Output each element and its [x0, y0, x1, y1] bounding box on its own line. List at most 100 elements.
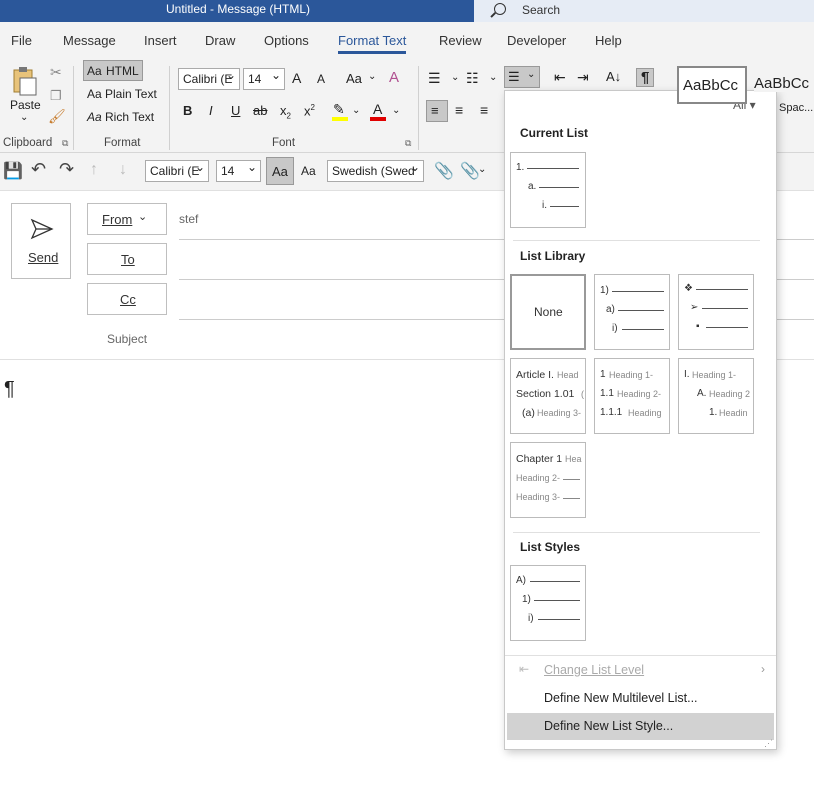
save-icon[interactable]: 💾 — [3, 161, 23, 181]
highlight-color-bar — [332, 117, 348, 121]
list-library-heading: List Library — [520, 249, 586, 263]
style-normal[interactable]: AaBbCc — [677, 66, 747, 104]
format-group-label: Format — [104, 137, 141, 149]
aa-icon: Aa — [87, 110, 102, 124]
attach-item-icon[interactable]: 📎 — [460, 161, 480, 181]
list-library-item-symbols[interactable]: ❖ ➢ ▪ — [678, 274, 754, 350]
list-none[interactable]: None — [510, 274, 586, 350]
bullets-icon[interactable]: ☰ — [428, 70, 441, 87]
align-right-icon[interactable]: ≡ — [480, 102, 488, 118]
style-no-spacing[interactable]: AaBbCc — [754, 75, 810, 92]
divider — [513, 532, 760, 533]
copy-icon[interactable]: ❐ — [50, 88, 62, 104]
up-arrow-icon[interactable]: ↑ — [90, 161, 98, 179]
from-value: stef — [179, 212, 199, 226]
change-list-level-item[interactable]: ⇤ Change List Level › — [507, 657, 774, 684]
multilevel-list-button[interactable]: ☰ ⌄ — [504, 66, 540, 88]
chevron-down-icon[interactable]: ⌄ — [451, 72, 459, 83]
from-button[interactable]: From ⌄ — [87, 203, 167, 235]
chevron-down-icon[interactable]: ⌄ — [392, 105, 400, 116]
cc-button[interactable]: Cc — [87, 283, 167, 315]
list-style-item[interactable]: A) 1) i) — [510, 565, 586, 641]
qat-size-combo[interactable]: 14 — [216, 160, 261, 182]
html-format-button[interactable]: Aa HTML — [83, 60, 143, 81]
subscript-button[interactable]: x2 — [280, 103, 291, 121]
chevron-down-icon[interactable]: ⌄ — [489, 72, 497, 83]
strikethrough-button[interactable]: ab — [253, 103, 267, 118]
tab-developer[interactable]: Developer — [507, 33, 566, 48]
shrink-font-icon[interactable]: A — [317, 72, 325, 86]
clear-formatting-icon[interactable]: A — [389, 69, 399, 86]
clipboard-group-label: Clipboard — [3, 137, 53, 149]
dialog-launcher-icon[interactable]: ⧉ — [405, 138, 411, 149]
paste-button[interactable]: Paste — [10, 98, 41, 112]
multilevel-list-icon: ☰ — [508, 69, 520, 84]
list-library-item-decimal-heading[interactable]: 1 Heading 1- 1.1 Heading 2- 1.1.1 Heading — [594, 358, 670, 434]
to-button[interactable]: To — [87, 243, 167, 275]
tab-options[interactable]: Options — [264, 33, 309, 48]
font-size-combo[interactable]: 14 — [243, 68, 285, 90]
chevron-right-icon: › — [761, 662, 765, 676]
superscript-button[interactable]: x2 — [304, 103, 315, 118]
send-icon — [30, 218, 54, 240]
rich-text-button[interactable]: Rich Text — [105, 110, 154, 124]
list-styles-heading: List Styles — [520, 540, 581, 554]
tab-message[interactable]: Message — [63, 33, 116, 48]
grow-font-icon[interactable]: A — [292, 70, 301, 86]
tab-insert[interactable]: Insert — [144, 33, 177, 48]
list-library-item-article[interactable]: Article I. Head Section 1.01( (a) Heading … — [510, 358, 586, 434]
paste-icon[interactable] — [12, 66, 38, 96]
tab-file[interactable]: File — [11, 33, 32, 48]
search-box[interactable]: Search — [474, 0, 814, 22]
define-list-style-item[interactable]: Define New List Style... — [507, 713, 774, 740]
style-no-spacing-label: Spac... — [779, 102, 814, 114]
tab-format-text[interactable]: Format Text — [338, 33, 407, 54]
undo-icon[interactable]: ↶ — [31, 159, 46, 180]
change-case-button[interactable]: Aa — [346, 71, 362, 86]
redo-icon[interactable]: ↷ — [59, 159, 74, 180]
body-pilcrow[interactable]: ¶ — [4, 378, 15, 401]
font-name-combo[interactable]: Calibri (E — [178, 68, 240, 90]
separator — [73, 66, 74, 150]
align-left-icon: ≡ — [431, 103, 439, 118]
cut-icon[interactable]: ✂ — [50, 64, 62, 81]
language-combo[interactable]: Swedish (Swed — [327, 160, 424, 182]
tab-draw[interactable]: Draw — [205, 33, 235, 48]
plain-text-button[interactable]: Plain Text — [105, 87, 157, 101]
numbering-icon[interactable]: ☷ — [466, 70, 479, 87]
down-arrow-icon[interactable]: ↓ — [119, 161, 127, 179]
qat-aa-small-button[interactable]: Aa — [301, 164, 316, 178]
chevron-down-icon[interactable]: ⌄ — [478, 164, 486, 175]
chevron-down-icon[interactable]: ⌄ — [20, 112, 28, 123]
separator — [169, 66, 170, 150]
send-button[interactable]: Send — [11, 203, 71, 279]
decrease-indent-icon[interactable]: ⇤ — [554, 69, 566, 86]
sort-icon[interactable]: A↓ — [606, 69, 621, 84]
resize-grip-icon[interactable]: ⋰ — [764, 738, 773, 749]
format-painter-icon[interactable]: 🖌 — [48, 108, 66, 125]
chevron-down-icon[interactable]: ⌄ — [368, 71, 376, 82]
bold-button[interactable]: B — [183, 103, 192, 118]
align-center-icon[interactable]: ≡ — [455, 102, 463, 118]
font-color-icon[interactable]: A — [373, 101, 382, 117]
align-left-button[interactable]: ≡ — [426, 100, 448, 122]
tab-review[interactable]: Review — [439, 33, 482, 48]
list-library-item-paren[interactable]: 1) a) i) — [594, 274, 670, 350]
divider — [505, 655, 776, 656]
tab-help[interactable]: Help — [595, 33, 622, 48]
qat-aa-button[interactable]: Aa — [266, 157, 294, 185]
list-library-item-roman-heading[interactable]: I. Heading 1- A. Heading 2 1. Headin — [678, 358, 754, 434]
attach-icon[interactable]: 📎 — [434, 161, 454, 181]
qat-font-combo[interactable]: Calibri (E — [145, 160, 209, 182]
current-list-thumb[interactable]: 1. a. i. — [510, 152, 586, 228]
increase-indent-icon[interactable]: ⇥ — [577, 69, 589, 86]
underline-button[interactable]: U — [231, 103, 240, 118]
change-level-icon: ⇤ — [519, 662, 530, 676]
dialog-launcher-icon[interactable]: ⧉ — [62, 138, 68, 149]
list-library-item-chapter[interactable]: Chapter 1 Hea Heading 2- Heading 3- — [510, 442, 586, 518]
highlight-icon[interactable]: ✎ — [333, 101, 345, 118]
chevron-down-icon[interactable]: ⌄ — [352, 105, 360, 116]
show-formatting-icon[interactable]: ¶ — [636, 68, 655, 87]
define-multilevel-list-item[interactable]: Define New Multilevel List... — [507, 685, 774, 712]
italic-button[interactable]: I — [209, 103, 213, 118]
